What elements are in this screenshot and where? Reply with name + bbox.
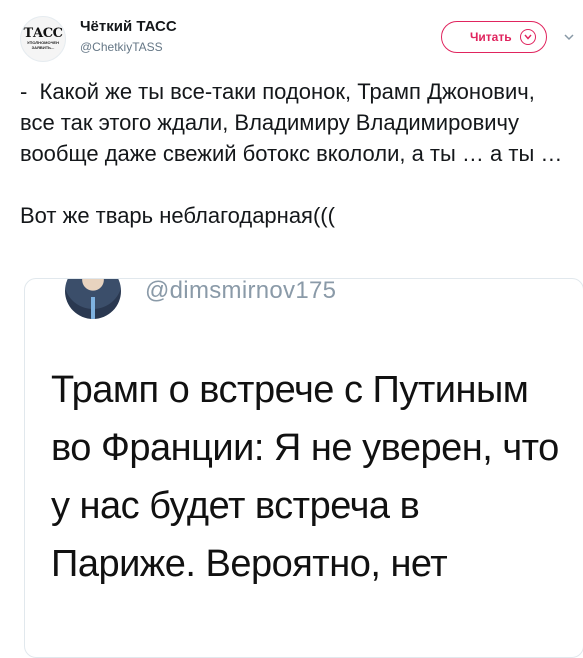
author-handle[interactable]: @ChetkiyTASS <box>80 40 163 54</box>
quoted-text: Трамп о встрече с Путиным во Франции: Я … <box>51 369 559 585</box>
follow-button[interactable]: Читать <box>441 21 547 53</box>
avatar-logo: ТАСС <box>23 26 63 41</box>
tweet-text: - Какой же ты все-таки подонок, Трамп Дж… <box>20 79 563 228</box>
quoted-avatar <box>65 279 121 319</box>
avatar-subtitle: УПОЛНОМОЧЕН ЗАЯВИТЬ... <box>27 40 59 50</box>
quoted-handle: @dimsmirnov175 <box>145 278 337 304</box>
follow-button-label: Читать <box>470 30 512 44</box>
author-avatar[interactable]: ТАСС УПОЛНОМОЧЕН ЗАЯВИТЬ... <box>20 16 66 62</box>
chevron-down-icon <box>520 29 536 45</box>
quoted-tweet-card[interactable]: @dimsmirnov175 Трамп о встрече с Путиным… <box>24 278 583 658</box>
author-name[interactable]: Чёткий ТАСС <box>80 18 177 35</box>
caret-down-icon[interactable] <box>563 30 575 42</box>
